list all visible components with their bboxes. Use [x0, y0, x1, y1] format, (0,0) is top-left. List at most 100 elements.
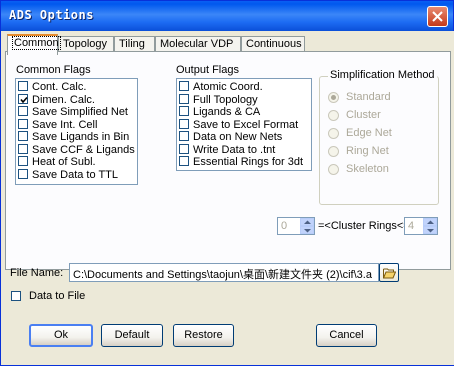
output-essential-rings-3dt[interactable]: Essential Rings for 3dt [177, 156, 311, 169]
checkbox[interactable] [18, 131, 28, 141]
spin-down-button[interactable] [300, 226, 314, 234]
tab-common[interactable]: Common [7, 34, 61, 55]
flag-label: Cont. Calc. [32, 81, 87, 93]
checkbox[interactable] [18, 106, 28, 116]
output-flags-list: Atomic Coord. Full Topology Ligands & CA… [176, 78, 312, 171]
spinner-buttons [300, 218, 314, 234]
output-write-data-tnt[interactable]: Write Data to .tnt [177, 143, 311, 157]
ads-options-dialog: ADS Options Common Topology Tiling Molec… [0, 0, 454, 366]
radio-label: Ring Net [346, 145, 389, 157]
file-name-input[interactable]: C:\Documents and Settings\taojun\桌面\新建文件… [69, 263, 379, 282]
title-bar[interactable]: ADS Options [1, 1, 453, 31]
radio-label: Skeleton [346, 163, 389, 175]
flag-save-data-to-ttl[interactable]: Save Data to TTL [16, 168, 137, 182]
flag-label: Save Int. Cell [32, 118, 98, 131]
output-save-to-excel[interactable]: Save to Excel Format [177, 118, 311, 132]
radio-button[interactable] [328, 110, 339, 121]
close-button[interactable] [427, 6, 448, 27]
checkbox[interactable] [179, 131, 189, 141]
flag-label: Write Data to .tnt [193, 143, 276, 156]
spinner-value: 4 [408, 220, 415, 232]
output-atomic-coord[interactable]: Atomic Coord. [177, 81, 311, 94]
tab-molecular-vdp-label: Molecular VDP [160, 38, 234, 50]
spin-up-button[interactable] [300, 218, 314, 226]
radio-label: Cluster [346, 109, 381, 121]
cancel-button[interactable]: Cancel [316, 324, 377, 347]
browse-folder-button[interactable] [379, 263, 399, 282]
flag-label: Full Topology [193, 93, 258, 106]
flag-label: Dimen. Calc. [32, 93, 95, 106]
radio-button[interactable] [328, 128, 339, 139]
flag-label: Save CCF & Ligands [32, 143, 135, 156]
output-full-topology[interactable]: Full Topology [177, 93, 311, 107]
output-flags-label: Output Flags [176, 64, 239, 76]
simplification-method-group: Simplification Method Standard Cluster E… [319, 69, 439, 205]
checkbox[interactable] [179, 93, 189, 104]
spin-down-button[interactable] [423, 226, 437, 234]
radio-button[interactable] [328, 164, 339, 175]
cluster-rings-label: =<Cluster Rings<= [318, 220, 410, 232]
spinner-buttons [423, 218, 437, 234]
common-flags-list: Cont. Calc. Dimen. Calc. Save Simplified… [15, 78, 138, 185]
window-title: ADS Options [9, 8, 94, 22]
checkbox[interactable] [18, 81, 28, 91]
radio-button-selected[interactable] [328, 92, 339, 103]
flag-label: Data on New Nets [193, 131, 283, 143]
radio-label: Standard [346, 91, 391, 103]
flag-save-int-cell[interactable]: Save Int. Cell [16, 118, 137, 132]
file-name-label: File Name: [10, 267, 64, 279]
common-flags-label: Common Flags [16, 64, 91, 76]
flag-label: Ligands & CA [193, 106, 261, 118]
checkbox[interactable] [179, 156, 189, 166]
flag-label: Essential Rings for 3dt [193, 156, 304, 168]
checkbox[interactable] [11, 291, 21, 301]
checkbox[interactable] [18, 143, 28, 154]
checkmark-icon [20, 96, 28, 103]
data-to-file-label: Data to File [29, 290, 86, 302]
checkbox[interactable] [179, 81, 189, 91]
tab-topology-label: Topology [63, 38, 108, 50]
spin-up-button[interactable] [423, 218, 437, 226]
flag-label: Save Data to TTL [32, 168, 119, 181]
close-icon [432, 11, 443, 22]
arrow-up-icon [427, 220, 434, 224]
output-data-on-new-nets[interactable]: Data on New Nets [177, 131, 311, 144]
default-button[interactable]: Default [101, 324, 163, 347]
checkbox[interactable] [179, 118, 189, 129]
flag-label: Heat of Subl. [32, 156, 96, 168]
open-folder-icon [383, 268, 396, 279]
spinner-value: 0 [281, 220, 288, 232]
simplification-method-label: Simplification Method [328, 69, 437, 81]
dialog-body: Common Topology Tiling Molecular VDP Con… [2, 31, 454, 365]
flag-label: Atomic Coord. [193, 81, 263, 93]
data-to-file-checkbox-row[interactable]: Data to File [11, 290, 101, 304]
flag-save-ccf-ligands[interactable]: Save CCF & Ligands [16, 143, 137, 157]
ok-button[interactable]: Ok [29, 324, 93, 347]
flag-label: Save Simplified Net [32, 106, 128, 118]
checkbox[interactable] [18, 168, 28, 179]
flag-save-ligands-in-bin[interactable]: Save Ligands in Bin [16, 131, 137, 144]
tab-common-label: Common [12, 36, 61, 50]
flag-label: Save Ligands in Bin [32, 131, 130, 143]
arrow-up-icon [304, 220, 311, 224]
checkbox[interactable] [18, 118, 28, 129]
flag-cont-calc[interactable]: Cont. Calc. [16, 81, 137, 94]
arrow-down-icon [427, 229, 434, 233]
radio-label: Edge Net [346, 127, 392, 139]
checkbox[interactable] [18, 156, 28, 166]
cluster-rings-min-spinner[interactable]: 0 [277, 217, 315, 235]
checkbox[interactable] [179, 143, 189, 154]
tab-panel-common: Common Flags Cont. Calc. Dimen. Calc. Sa… [5, 51, 451, 270]
checkbox-checked[interactable] [18, 93, 28, 104]
cluster-rings-max-spinner[interactable]: 4 [404, 217, 438, 235]
radio-button[interactable] [328, 146, 339, 157]
restore-button[interactable]: Restore [173, 324, 234, 347]
flag-dimen-calc[interactable]: Dimen. Calc. [16, 93, 137, 107]
checkbox[interactable] [179, 106, 189, 116]
flag-label: Save to Excel Format [193, 118, 299, 131]
flag-heat-of-subl[interactable]: Heat of Subl. [16, 156, 137, 169]
tab-continuous-label: Continuous [246, 38, 302, 50]
output-ligands-ca[interactable]: Ligands & CA [177, 106, 311, 119]
flag-save-simplified-net[interactable]: Save Simplified Net [16, 106, 137, 119]
tab-tiling-label: Tiling [119, 38, 145, 50]
